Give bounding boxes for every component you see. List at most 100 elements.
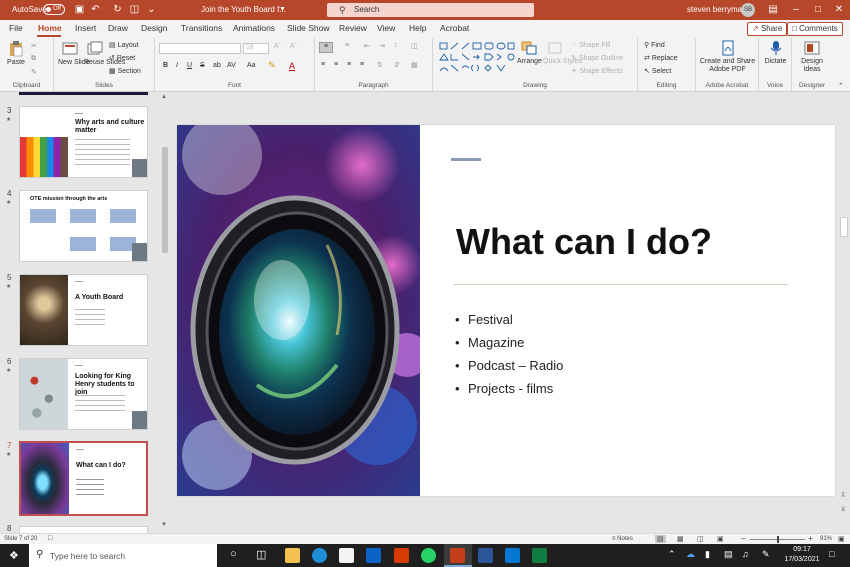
- font-size-field[interactable]: 18: [243, 43, 269, 54]
- windows-start-icon[interactable]: ❖: [9, 549, 19, 562]
- onedrive-icon[interactable]: ☁: [686, 549, 695, 560]
- select-button[interactable]: ↖ Select: [644, 67, 671, 75]
- strikethrough-icon[interactable]: S: [200, 62, 205, 69]
- canvas-scrollbar-thumb[interactable]: [840, 217, 848, 237]
- thumbnail-slide-7[interactable]: What can I do?: [19, 441, 148, 516]
- shape-effects-button[interactable]: ☀ Shape Effects: [571, 67, 623, 75]
- tab-acrobat[interactable]: Acrobat: [440, 23, 469, 33]
- tab-file[interactable]: File: [9, 23, 23, 33]
- tab-draw[interactable]: Draw: [108, 23, 128, 33]
- prev-slide-icon[interactable]: ⊼: [841, 492, 845, 499]
- accessibility-icon[interactable]: □: [48, 535, 52, 542]
- align-center-icon[interactable]: ≡: [334, 61, 338, 68]
- title-dropdown-icon[interactable]: ▼: [276, 3, 289, 16]
- notes-button[interactable]: ≡ Notes: [612, 536, 633, 542]
- align-right-icon[interactable]: ≡: [347, 61, 351, 68]
- align-text-icon[interactable]: ⇵: [394, 61, 400, 69]
- ribbon-display-icon[interactable]: ▤: [766, 3, 780, 17]
- store-icon[interactable]: [339, 548, 354, 563]
- shapes-gallery[interactable]: [437, 41, 517, 77]
- thumbnail-slide-4[interactable]: OTE mission through the arts: [19, 190, 148, 262]
- new-slide-button[interactable]: New Slide: [58, 41, 90, 66]
- slide-title[interactable]: What can I do?: [456, 221, 712, 263]
- slideshow-view-icon[interactable]: ▣: [717, 535, 724, 543]
- reset-button[interactable]: ↺ Reset: [109, 54, 135, 62]
- format-painter-icon[interactable]: ✎: [31, 68, 37, 76]
- pen-icon[interactable]: ✎: [762, 549, 770, 560]
- battery-icon[interactable]: ▮: [705, 549, 710, 560]
- comments-button[interactable]: □ Comments: [787, 22, 843, 36]
- quick-styles-button[interactable]: Quick Styles: [543, 40, 582, 66]
- zoom-in-icon[interactable]: +: [808, 534, 813, 543]
- section-button[interactable]: ▦ Section: [109, 67, 141, 75]
- tab-view[interactable]: View: [377, 23, 395, 33]
- clock-date[interactable]: 17/03/2021: [781, 556, 823, 563]
- task-view-icon[interactable]: ◫: [256, 548, 266, 561]
- char-spacing-icon[interactable]: AV: [227, 62, 236, 69]
- align-left-icon[interactable]: ≡: [321, 61, 325, 68]
- thumbnail-scrollbar[interactable]: ▲ ▼: [160, 92, 170, 533]
- tab-animations[interactable]: Animations: [233, 23, 275, 33]
- zoom-out-icon[interactable]: –: [741, 534, 745, 543]
- tab-review[interactable]: Review: [339, 23, 367, 33]
- maximize-icon[interactable]: □: [811, 3, 825, 17]
- underline-icon[interactable]: U: [187, 62, 192, 69]
- find-button[interactable]: ⚲ Find: [644, 41, 665, 49]
- tab-insert[interactable]: Insert: [75, 23, 96, 33]
- arrange-button[interactable]: Arrange: [517, 40, 542, 65]
- tab-design[interactable]: Design: [141, 23, 167, 33]
- font-color-icon[interactable]: A: [289, 61, 295, 71]
- powerpoint-taskbar-button[interactable]: [444, 544, 472, 567]
- avatar[interactable]: SB: [741, 3, 755, 17]
- numbering-icon[interactable]: ≡: [345, 42, 349, 49]
- tab-transitions[interactable]: Transitions: [181, 23, 222, 33]
- share-button[interactable]: ↗ Share: [747, 22, 788, 36]
- file-explorer-icon[interactable]: [285, 548, 300, 563]
- cut-icon[interactable]: ✂: [31, 42, 37, 50]
- tab-help[interactable]: Help: [409, 23, 426, 33]
- customize-qat-icon[interactable]: ⌄: [145, 3, 158, 16]
- collapse-ribbon-icon[interactable]: ⌃: [838, 82, 844, 90]
- change-case-icon[interactable]: Aa: [247, 62, 256, 69]
- reading-view-icon[interactable]: ◫: [697, 535, 704, 543]
- smartart-icon[interactable]: ▦: [411, 61, 418, 69]
- tab-slide-show[interactable]: Slide Show: [287, 23, 330, 33]
- office-icon[interactable]: [394, 548, 409, 563]
- notification-icon[interactable]: □: [829, 549, 834, 559]
- fit-to-window-icon[interactable]: ▣: [838, 535, 845, 543]
- bullets-icon[interactable]: ≡: [319, 42, 333, 53]
- cortana-icon[interactable]: ○: [230, 548, 237, 560]
- shadow-icon[interactable]: ab: [213, 62, 221, 69]
- text-direction-icon[interactable]: ⇅: [377, 61, 383, 69]
- word-icon[interactable]: [478, 548, 493, 563]
- volume-icon[interactable]: ♫: [742, 549, 749, 559]
- present-icon[interactable]: ◫: [128, 3, 141, 16]
- network-icon[interactable]: ▤: [724, 549, 733, 560]
- scroll-down-icon[interactable]: ▼: [161, 522, 167, 528]
- whatsapp-icon[interactable]: [421, 548, 436, 563]
- thumbnail-slide-3[interactable]: Why arts and culture matter: [19, 106, 148, 178]
- dictate-button[interactable]: Dictate: [761, 40, 790, 65]
- layout-button[interactable]: ▤ Layout: [109, 41, 139, 49]
- save-icon[interactable]: ▣: [73, 3, 86, 16]
- thumbnail-slide-6[interactable]: Looking for King Henry students to join: [19, 358, 148, 430]
- justify-icon[interactable]: ≡: [360, 61, 364, 68]
- taskbar-search-box[interactable]: ⚲ Type here to search: [29, 544, 217, 567]
- slide-sorter-icon[interactable]: ▦: [677, 535, 684, 543]
- show-hidden-icons[interactable]: ⌃: [668, 549, 676, 560]
- scroll-up-icon[interactable]: ▲: [161, 94, 167, 100]
- paste-button[interactable]: Paste: [4, 41, 28, 66]
- mail-icon[interactable]: [366, 548, 381, 563]
- current-slide[interactable]: What can I do? • Festival • Magazine • Podc…: [177, 125, 835, 496]
- zoom-level[interactable]: 91%: [820, 536, 832, 542]
- search-box[interactable]: ⚲ Search: [327, 3, 534, 17]
- next-slide-icon[interactable]: ⊻: [841, 506, 845, 513]
- thumbnail-slide-5[interactable]: A Youth Board: [19, 274, 148, 346]
- replace-button[interactable]: ⇄ Replace: [644, 54, 678, 62]
- decrease-font-icon[interactable]: Aˇ: [290, 43, 297, 50]
- redo-icon[interactable]: ↻: [111, 3, 124, 16]
- minimize-icon[interactable]: –: [789, 3, 803, 17]
- decrease-indent-icon[interactable]: ⇤: [364, 42, 370, 50]
- font-name-field[interactable]: [159, 43, 241, 54]
- zoom-slider-handle[interactable]: [777, 536, 779, 543]
